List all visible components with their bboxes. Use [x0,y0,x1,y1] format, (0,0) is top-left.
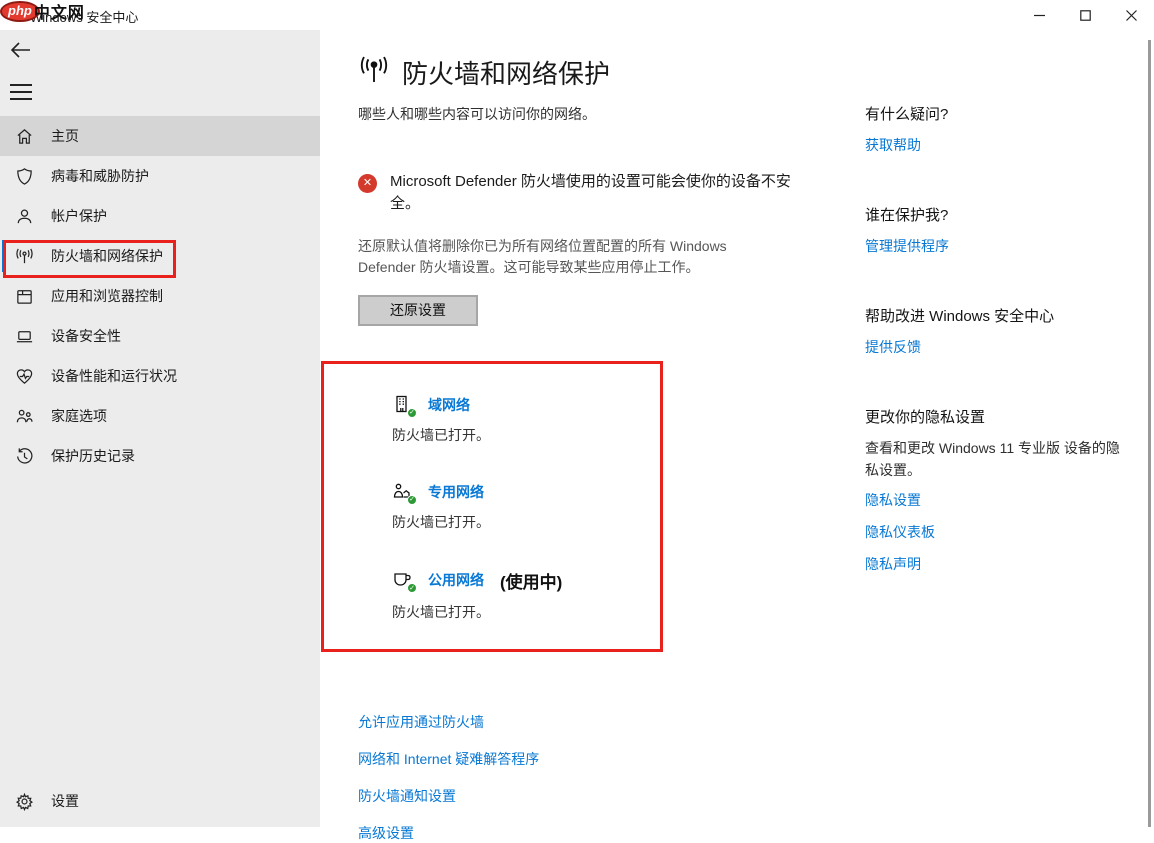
sidebar-item-app-browser[interactable]: 应用和浏览器控制 [0,276,320,316]
sidebar-item-label: 防火墙和网络保护 [51,246,163,266]
section-heading: 更改你的隐私设置 [865,406,1137,427]
minimize-icon[interactable] [1016,0,1062,30]
help-section-questions: 有什么疑问? 获取帮助 [865,103,1137,155]
sidebar-item-virus-threat[interactable]: 病毒和威胁防护 [0,156,320,196]
close-icon[interactable] [1108,0,1154,30]
php-watermark: php 中文网 [0,0,85,22]
network-status: 防火墙已打开。 [392,512,663,532]
section-heading: 有什么疑问? [865,103,1137,124]
network-list: ✓ 域网络 防火墙已打开。 ✓ 专用网络 防火墙已打开。 [321,368,663,659]
network-public: ✓ 公用网络 (使用中) 防火墙已打开。 [392,568,663,622]
menu-icon[interactable] [10,84,32,100]
privacy-dashboard-link[interactable]: 隐私仪表板 [865,522,1137,542]
selected-accent-bar [2,240,6,272]
privacy-settings-link[interactable]: 隐私设置 [865,490,1137,510]
privacy-description: 查看和更改 Windows 11 专业版 设备的隐私设置。 [865,438,1127,481]
domain-network-link[interactable]: 域网络 [428,395,470,415]
advanced-settings-link[interactable]: 高级设置 [358,823,880,843]
sidebar-item-settings[interactable]: 设置 [0,784,320,818]
sidebar-item-home[interactable]: 主页 [0,116,320,156]
shield-icon [13,165,35,187]
network-status: 防火墙已打开。 [392,425,663,445]
allow-app-through-firewall-link[interactable]: 允许应用通过防火墙 [358,712,880,732]
gear-icon [13,790,35,812]
firewall-alert: ✕ Microsoft Defender 防火墙使用的设置可能会使你的设备不安全… [358,171,810,215]
help-section-protecting: 谁在保护我? 管理提供程序 [865,204,1137,256]
check-badge-icon: ✓ [407,408,417,418]
restore-settings-button[interactable]: 还原设置 [358,295,478,326]
sidebar-item-label: 病毒和威胁防护 [51,166,149,186]
help-section-privacy: 更改你的隐私设置 查看和更改 Windows 11 专业版 设备的隐私设置。 隐… [865,406,1137,574]
sidebar-item-label: 设备安全性 [51,326,121,346]
firewall-antenna-icon [358,54,390,91]
sidebar-item-firewall[interactable]: 防火墙和网络保护 [0,236,320,276]
help-panel: 有什么疑问? 获取帮助 谁在保护我? 管理提供程序 帮助改进 Windows 安… [865,103,1137,623]
section-heading: 谁在保护我? [865,204,1137,225]
vertical-scrollbar[interactable] [1148,40,1151,827]
firewall-antenna-icon [13,245,35,267]
titlebar: Windows 安全中心 php 中文网 [0,0,1154,30]
sidebar-item-family[interactable]: 家庭选项 [0,396,320,436]
network-internet-troubleshooter-link[interactable]: 网络和 Internet 疑难解答程序 [358,749,880,769]
family-icon [13,405,35,427]
restore-description: 还原默认值将删除你已为所有网络位置配置的所有 Windows Defender … [358,236,766,278]
page-subtitle: 哪些人和哪些内容可以访问你的网络。 [358,104,880,124]
check-badge-icon: ✓ [407,495,417,505]
sidebar: 主页 病毒和威胁防护 帐户保护 防火墙和网络保护 [0,30,320,827]
history-icon [13,445,35,467]
network-domain: ✓ 域网络 防火墙已打开。 [392,394,663,445]
sidebar-item-account[interactable]: 帐户保护 [0,196,320,236]
sidebar-item-label: 帐户保护 [51,206,107,226]
manage-providers-link[interactable]: 管理提供程序 [865,236,1137,256]
check-badge-icon: ✓ [407,583,417,593]
php-watermark-text: 中文网 [34,0,85,23]
privacy-statement-link[interactable]: 隐私声明 [865,554,1137,574]
home-icon [13,125,35,147]
network-status: 防火墙已打开。 [392,602,663,622]
sidebar-item-device-security[interactable]: 设备安全性 [0,316,320,356]
firewall-links: 允许应用通过防火墙 网络和 Internet 疑难解答程序 防火墙通知设置 高级… [358,712,880,843]
domain-network-icon: ✓ [392,394,414,416]
sidebar-item-protection-history[interactable]: 保护历史记录 [0,436,320,476]
private-network-link[interactable]: 专用网络 [428,482,484,502]
page-title: 防火墙和网络保护 [402,54,610,91]
error-icon: ✕ [358,174,377,193]
give-feedback-link[interactable]: 提供反馈 [865,337,1137,357]
sidebar-item-label: 家庭选项 [51,406,107,426]
main-content: 防火墙和网络保护 哪些人和哪些内容可以访问你的网络。 ✕ Microsoft D… [320,30,880,827]
public-network-icon: ✓ [392,569,414,591]
get-help-link[interactable]: 获取帮助 [865,135,1137,155]
sidebar-item-label: 设备性能和运行状况 [51,366,177,386]
private-network-icon: ✓ [392,481,414,503]
active-network-suffix: (使用中) [500,568,562,593]
sidebar-item-label: 保护历史记录 [51,446,135,466]
alert-text: Microsoft Defender 防火墙使用的设置可能会使你的设备不安全。 [390,171,810,215]
device-icon [13,325,35,347]
public-network-link[interactable]: 公用网络 [428,570,484,590]
help-section-feedback: 帮助改进 Windows 安全中心 提供反馈 [865,305,1137,357]
health-icon [13,365,35,387]
firewall-notification-settings-link[interactable]: 防火墙通知设置 [358,786,880,806]
app-browser-icon [13,285,35,307]
person-icon [13,205,35,227]
sidebar-item-label: 应用和浏览器控制 [51,286,163,306]
maximize-icon[interactable] [1062,0,1108,30]
sidebar-item-performance-health[interactable]: 设备性能和运行状况 [0,356,320,396]
settings-label: 设置 [51,791,79,811]
back-icon[interactable] [9,37,37,63]
sidebar-item-label: 主页 [51,126,79,146]
sidebar-nav: 主页 病毒和威胁防护 帐户保护 防火墙和网络保护 [0,116,320,476]
window-controls [1016,0,1154,30]
network-private: ✓ 专用网络 防火墙已打开。 [392,481,663,532]
section-heading: 帮助改进 Windows 安全中心 [865,305,1137,326]
